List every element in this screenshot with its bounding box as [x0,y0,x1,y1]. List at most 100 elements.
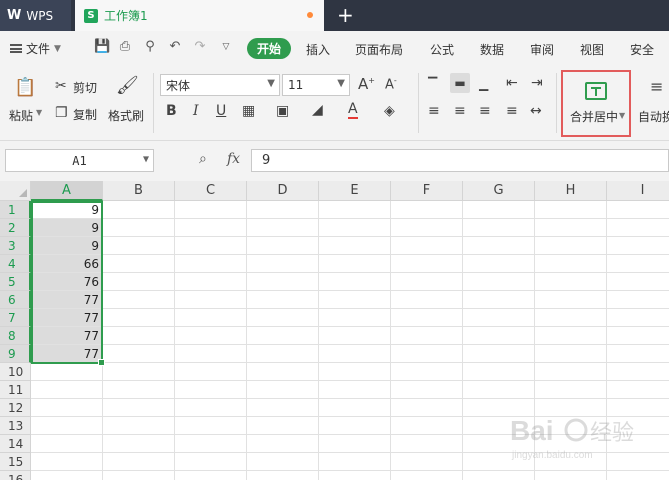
cell-d5[interactable] [247,273,319,291]
cell-c9[interactable] [175,345,247,363]
cell-f5[interactable] [391,273,463,291]
cell-g10[interactable] [463,363,535,381]
cell-i16[interactable] [607,471,669,480]
cell-e1[interactable] [319,201,391,219]
cell-c11[interactable] [175,381,247,399]
menu-tab-page-layout[interactable]: 页面布局 [355,41,403,58]
cell-b7[interactable] [103,309,175,327]
font-color-icon[interactable]: A [348,102,358,119]
format-painter-button[interactable]: 格式刷 [108,107,144,124]
row-header-8[interactable]: 8 [0,327,31,345]
cell-d3[interactable] [247,237,319,255]
align-center-icon[interactable]: ≡ [454,103,466,119]
cell-g11[interactable] [463,381,535,399]
cell-a14[interactable] [31,435,103,453]
print-preview-icon[interactable]: ⚲ [143,40,157,54]
cell-e14[interactable] [319,435,391,453]
formula-input[interactable]: 9 [251,149,669,172]
align-middle-icon[interactable]: ▬ [450,73,470,93]
justify-icon[interactable]: ≡ [506,103,518,119]
row-header-9[interactable]: 9 [0,345,31,363]
file-menu-button[interactable]: 文件 ▼ [10,40,61,57]
tab-wps[interactable]: W WPS [0,0,71,31]
cell-d11[interactable] [247,381,319,399]
cell-a4[interactable]: 66 [31,255,103,273]
menu-tab-review[interactable]: 审阅 [530,41,554,58]
cell-g2[interactable] [463,219,535,237]
cell-f4[interactable] [391,255,463,273]
menu-tab-insert[interactable]: 插入 [306,41,330,58]
row-header-5[interactable]: 5 [0,273,31,291]
cell-c8[interactable] [175,327,247,345]
column-header-f[interactable]: F [391,181,463,201]
column-header-g[interactable]: G [463,181,535,201]
new-tab-button[interactable]: + [337,3,354,27]
row-header-1[interactable]: 1 [0,201,31,219]
cell-a3[interactable]: 9 [31,237,103,255]
column-header-a[interactable]: A [31,181,103,201]
cell-b8[interactable] [103,327,175,345]
cell-h7[interactable] [535,309,607,327]
cell-i2[interactable] [607,219,669,237]
cell-d13[interactable] [247,417,319,435]
cell-i7[interactable] [607,309,669,327]
cell-b1[interactable] [103,201,175,219]
cell-f9[interactable] [391,345,463,363]
cell-a5[interactable]: 76 [31,273,103,291]
cell-c1[interactable] [175,201,247,219]
font-size-select[interactable]: 11 ▼ [282,74,350,96]
row-header-6[interactable]: 6 [0,291,31,309]
cell-e4[interactable] [319,255,391,273]
cell-a15[interactable] [31,453,103,471]
menu-tab-formulas[interactable]: 公式 [430,41,454,58]
cell-g7[interactable] [463,309,535,327]
fill-style-icon[interactable]: ▣ [276,103,289,119]
column-header-d[interactable]: D [247,181,319,201]
cell-h10[interactable] [535,363,607,381]
paste-icon[interactable]: 📋 [14,77,36,98]
decrease-font-icon[interactable]: A- [385,76,397,92]
wrap-text-button[interactable]: 自动换 [638,108,669,125]
cell-h4[interactable] [535,255,607,273]
cell-f1[interactable] [391,201,463,219]
cell-a13[interactable] [31,417,103,435]
row-header-14[interactable]: 14 [0,435,31,453]
cell-a6[interactable]: 77 [31,291,103,309]
cell-b13[interactable] [103,417,175,435]
indent-decrease-icon[interactable]: ⇤ [506,75,518,91]
cell-f12[interactable] [391,399,463,417]
cell-h11[interactable] [535,381,607,399]
increase-font-icon[interactable]: A+ [358,75,375,93]
cell-e13[interactable] [319,417,391,435]
border-icon[interactable]: ▦ [242,103,255,119]
cell-i8[interactable] [607,327,669,345]
cell-b12[interactable] [103,399,175,417]
cell-f11[interactable] [391,381,463,399]
cell-e2[interactable] [319,219,391,237]
tab-workbook[interactable]: S 工作簿1 [75,0,324,31]
cell-e10[interactable] [319,363,391,381]
cell-a11[interactable] [31,381,103,399]
cell-f13[interactable] [391,417,463,435]
cell-c4[interactable] [175,255,247,273]
cell-h9[interactable] [535,345,607,363]
undo-icon[interactable]: ↶ [168,40,182,54]
cell-d16[interactable] [247,471,319,480]
row-header-10[interactable]: 10 [0,363,31,381]
cell-c3[interactable] [175,237,247,255]
cell-h16[interactable] [535,471,607,480]
column-header-h[interactable]: H [535,181,607,201]
cell-b5[interactable] [103,273,175,291]
column-header-c[interactable]: C [175,181,247,201]
align-right-icon[interactable]: ≡ [479,103,491,119]
paste-dropdown-icon[interactable]: ▼ [36,108,42,117]
cell-c2[interactable] [175,219,247,237]
copy-button[interactable]: 复制 [73,106,97,123]
cell-a8[interactable]: 77 [31,327,103,345]
zoom-icon[interactable]: ⌕ [199,151,207,167]
cell-e9[interactable] [319,345,391,363]
cell-d7[interactable] [247,309,319,327]
cell-d15[interactable] [247,453,319,471]
cell-b9[interactable] [103,345,175,363]
cell-a16[interactable] [31,471,103,480]
